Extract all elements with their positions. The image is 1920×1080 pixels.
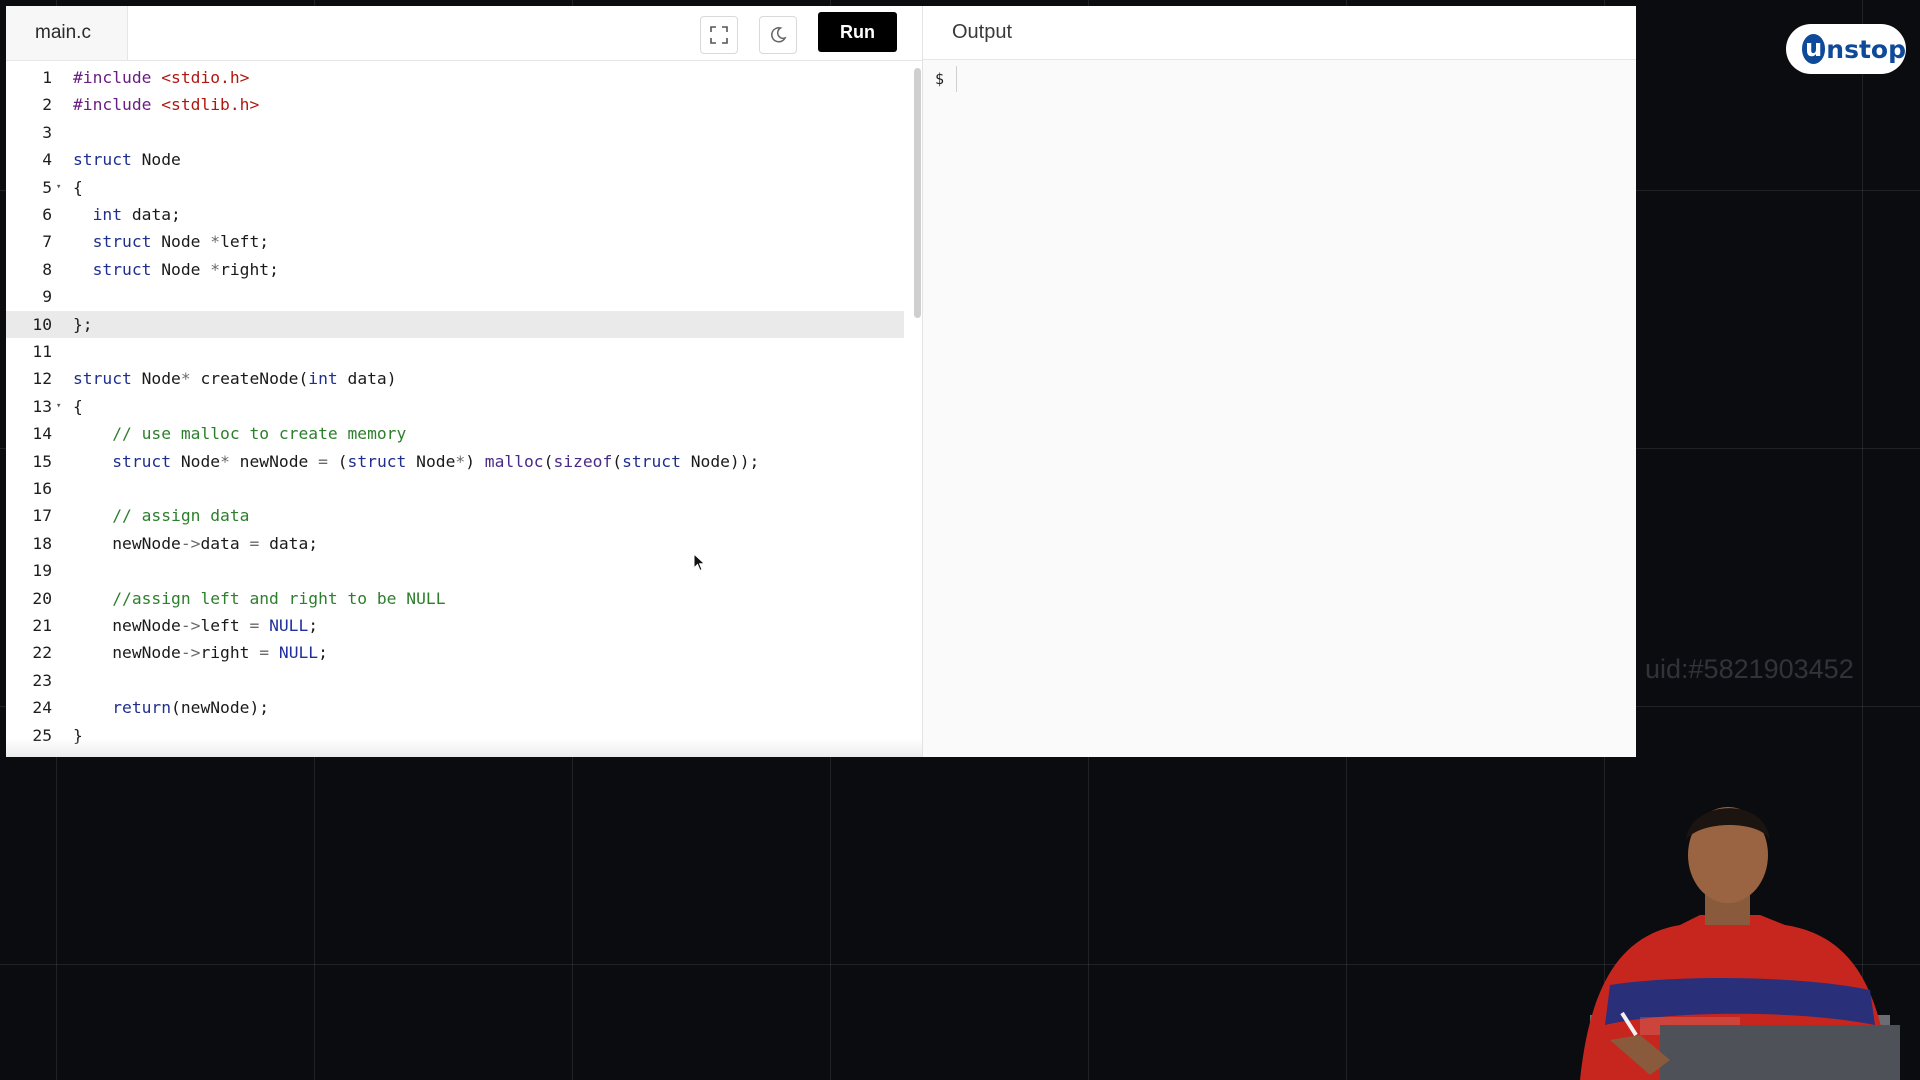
run-button[interactable]: Run [818,12,897,52]
uid-watermark: uid:#5821903452 [1645,654,1854,684]
code-text: struct Node *left; [92,232,270,252]
line-number: 1 [42,68,52,87]
logo-text: nstop [1826,34,1906,64]
code-line[interactable]: 8 struct Node *right; [6,256,904,283]
fold-arrow-icon[interactable]: ▾ [56,393,61,420]
code-line[interactable]: 16 [6,475,904,502]
code-line[interactable]: 2 #include <stdlib.h> [6,91,904,118]
code-text: }; [73,314,93,334]
code-line[interactable]: 20 //assign left and right to be NULL [6,585,904,612]
code-line[interactable]: 10}; [6,310,904,338]
code-ide: main.c Run 1 #include <stdio.h> 2 #include … [6,6,1636,757]
code-line[interactable]: 18 newNode->data = data; [6,530,904,557]
line-number: 4 [42,150,52,170]
code-text: //assign left and right to be NULL [112,588,446,608]
line-number: 12 [32,369,52,389]
code-line[interactable]: 13 ▾ { [6,393,904,420]
terminal-prompt: $ [935,70,945,88]
code-text: struct Node *right; [92,259,279,279]
line-number: 5 [42,177,52,197]
code-editor[interactable]: 1 #include <stdio.h> 2 #include <stdlib.h> 3… [6,60,916,750]
line-number: 13 [32,396,52,416]
moon-icon [771,27,787,43]
fold-arrow-icon[interactable]: ▾ [56,174,61,201]
line-number: 9 [42,287,52,307]
fullscreen-icon [710,26,728,44]
unstop-logo: u nstop [1786,24,1906,74]
theme-toggle-button[interactable] [759,16,797,54]
line-number: 16 [32,479,52,498]
line-number: 22 [32,643,52,663]
code-text: int data; [92,205,181,224]
fullscreen-button[interactable] [700,16,738,54]
code-line[interactable]: 11 [6,338,904,365]
code-text: struct Node* newNode = (struct Node*) ma… [112,451,760,471]
line-number: 6 [42,205,52,224]
code-text: { [73,396,83,416]
line-number: 11 [32,342,52,361]
code-line[interactable]: 4 struct Node [6,146,904,173]
output-title: Output [923,6,1636,60]
line-number: 2 [42,95,52,115]
code-text: return(newNode); [112,698,270,718]
file-tab-main-c[interactable]: main.c [6,6,128,60]
code-text: newNode->data = data; [73,533,319,553]
code-line[interactable]: 1 #include <stdio.h> [6,64,904,91]
line-number: 17 [32,506,52,526]
code-text: // use malloc to create memory [112,424,407,444]
editor-scrollbar[interactable] [914,68,921,318]
line-number: 14 [32,424,52,444]
line-number: 19 [32,561,52,581]
code-text: // assign data [112,506,250,526]
code-text: #include <stdio.h> [73,68,250,87]
editor-bottom-fade [6,739,922,757]
code-line[interactable]: 23 [6,667,904,694]
line-number: 10 [32,314,52,334]
terminal-input[interactable] [956,66,957,92]
code-line[interactable]: 9 [6,283,904,310]
code-line[interactable]: 22 newNode->right = NULL; [6,639,904,666]
code-line[interactable]: 14 // use malloc to create memory [6,420,904,447]
code-line[interactable]: 5 ▾ { [6,174,904,201]
code-line[interactable]: 21 newNode->left = NULL; [6,612,904,639]
line-number: 21 [32,616,52,635]
line-number: 8 [42,259,52,279]
mouse-cursor-icon [693,553,706,572]
code-line[interactable]: 7 struct Node *left; [6,228,904,255]
logo-u-mark: u [1802,34,1826,64]
line-number: 23 [32,670,52,690]
code-text: struct Node [73,150,181,170]
line-number: 24 [32,698,52,718]
presenter-video [1580,807,1900,1080]
code-line[interactable]: 19 [6,557,904,584]
line-number: 20 [32,588,52,608]
line-number: 3 [42,122,52,142]
code-line[interactable]: 24 return(newNode); [6,694,904,721]
code-text: newNode->left = NULL; [73,616,319,635]
line-number: 7 [42,232,52,252]
code-line[interactable]: 12 struct Node* createNode(int data) [6,365,904,392]
editor-toolbar: main.c Run [6,6,922,61]
editor-pane: main.c Run 1 #include <stdio.h> 2 #include … [6,6,923,757]
line-number: 18 [32,533,52,553]
code-line[interactable]: 6 int data; [6,201,904,228]
line-number: 15 [32,451,52,471]
code-line[interactable]: 3 [6,119,904,146]
code-text: struct Node* createNode(int data) [73,369,397,389]
code-line[interactable]: 15 struct Node* newNode = (struct Node*)… [6,448,904,475]
code-text: { [73,177,83,197]
code-text: #include <stdlib.h> [73,95,260,115]
output-pane: Output $ [923,6,1636,757]
code-text: newNode->right = NULL; [73,643,328,663]
code-line[interactable]: 17 // assign data [6,502,904,529]
